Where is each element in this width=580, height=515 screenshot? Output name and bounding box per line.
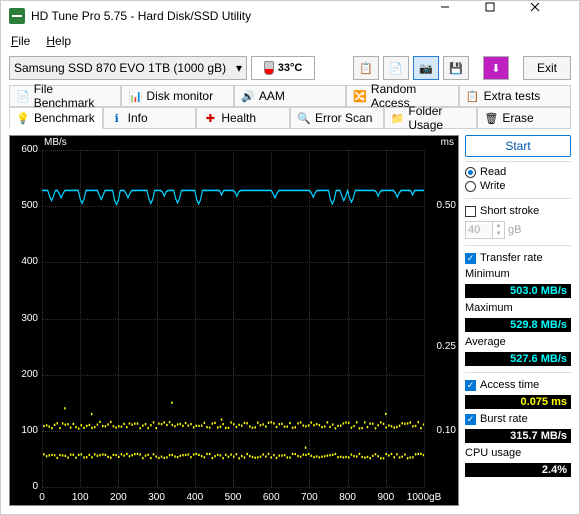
erase-icon: 🗑 [484, 111, 498, 125]
write-radio[interactable] [465, 181, 476, 192]
copy-screenshot-button[interactable]: 📄 [383, 56, 409, 80]
chevron-down-icon: ▾ [236, 61, 242, 75]
copy-info-button[interactable]: 📋 [353, 56, 379, 80]
save-button[interactable]: 💾 [443, 56, 469, 80]
tab-file-benchmark[interactable]: 📄File Benchmark [9, 85, 121, 107]
tab-benchmark[interactable]: 💡Benchmark [9, 107, 103, 129]
maximize-button[interactable] [485, 2, 530, 30]
info-icon: ℹ [110, 111, 124, 125]
tab-health[interactable]: ✚Health [196, 107, 290, 129]
minimum-value: 503.0 MB/s [465, 284, 571, 298]
drive-select-text: Samsung SSD 870 EVO 1TB (1000 gB) [14, 61, 226, 75]
window-title: HD Tune Pro 5.75 - Hard Disk/SSD Utility [31, 9, 440, 23]
random-icon: 🔀 [353, 89, 367, 103]
tab-error-scan[interactable]: 🔍Error Scan [290, 107, 384, 129]
y1-axis-label: MB/s [44, 137, 67, 148]
file-icon: 📄 [16, 89, 30, 103]
burst-rate-check[interactable]: ✓ [465, 414, 476, 425]
transfer-rate-check[interactable]: ✓ [465, 253, 476, 264]
options-button[interactable]: ⬇ [483, 56, 509, 80]
benchmark-chart: MB/s ms 01002003004005006000.100.250.500… [9, 135, 459, 506]
tab-folder-usage[interactable]: 📁Folder Usage [384, 107, 478, 129]
tab-info[interactable]: ℹInfo [103, 107, 197, 129]
minimum-label: Minimum [465, 268, 571, 280]
tests-icon: 📋 [466, 89, 480, 103]
screenshot-button[interactable]: 📷 [413, 56, 439, 80]
short-stroke-check[interactable] [465, 206, 476, 217]
tab-extra-tests[interactable]: 📋Extra tests [459, 85, 571, 107]
drive-select[interactable]: Samsung SSD 870 EVO 1TB (1000 gB) ▾ [9, 56, 247, 80]
folder-icon: 📁 [391, 111, 405, 125]
read-radio[interactable] [465, 167, 476, 178]
access-time-check[interactable]: ✓ [465, 380, 476, 391]
short-stroke-input [466, 224, 492, 236]
thermometer-icon [264, 61, 274, 75]
access-time-value: 0.075 ms [465, 395, 571, 409]
cpu-usage-value: 2.4% [465, 463, 571, 477]
minimize-button[interactable] [440, 2, 485, 30]
cpu-usage-label: CPU usage [465, 447, 571, 459]
menu-help[interactable]: Help [40, 33, 77, 49]
y2-axis-label: ms [441, 137, 454, 148]
temperature-display: 33°C [251, 56, 315, 80]
start-button[interactable]: Start [465, 135, 571, 157]
tab-erase[interactable]: 🗑Erase [477, 107, 571, 129]
average-value: 527.6 MB/s [465, 352, 571, 366]
average-label: Average [465, 336, 571, 348]
health-icon: ✚ [203, 111, 217, 125]
scan-icon: 🔍 [297, 111, 311, 125]
spin-up: ▲ [492, 222, 504, 230]
menu-file[interactable]: File [5, 33, 36, 49]
tab-disk-monitor[interactable]: 📊Disk monitor [121, 85, 233, 107]
burst-rate-value: 315.7 MB/s [465, 429, 571, 443]
app-icon [9, 8, 25, 24]
maximum-value: 529.8 MB/s [465, 318, 571, 332]
monitor-icon: 📊 [128, 89, 142, 103]
spin-down: ▼ [492, 230, 504, 238]
close-button[interactable] [530, 2, 575, 30]
exit-button[interactable]: Exit [523, 56, 571, 80]
maximum-label: Maximum [465, 302, 571, 314]
short-stroke-spinner: ▲▼ [465, 221, 505, 239]
benchmark-icon: 💡 [16, 111, 30, 125]
speaker-icon: 🔊 [241, 89, 255, 103]
tab-aam[interactable]: 🔊AAM [234, 85, 346, 107]
